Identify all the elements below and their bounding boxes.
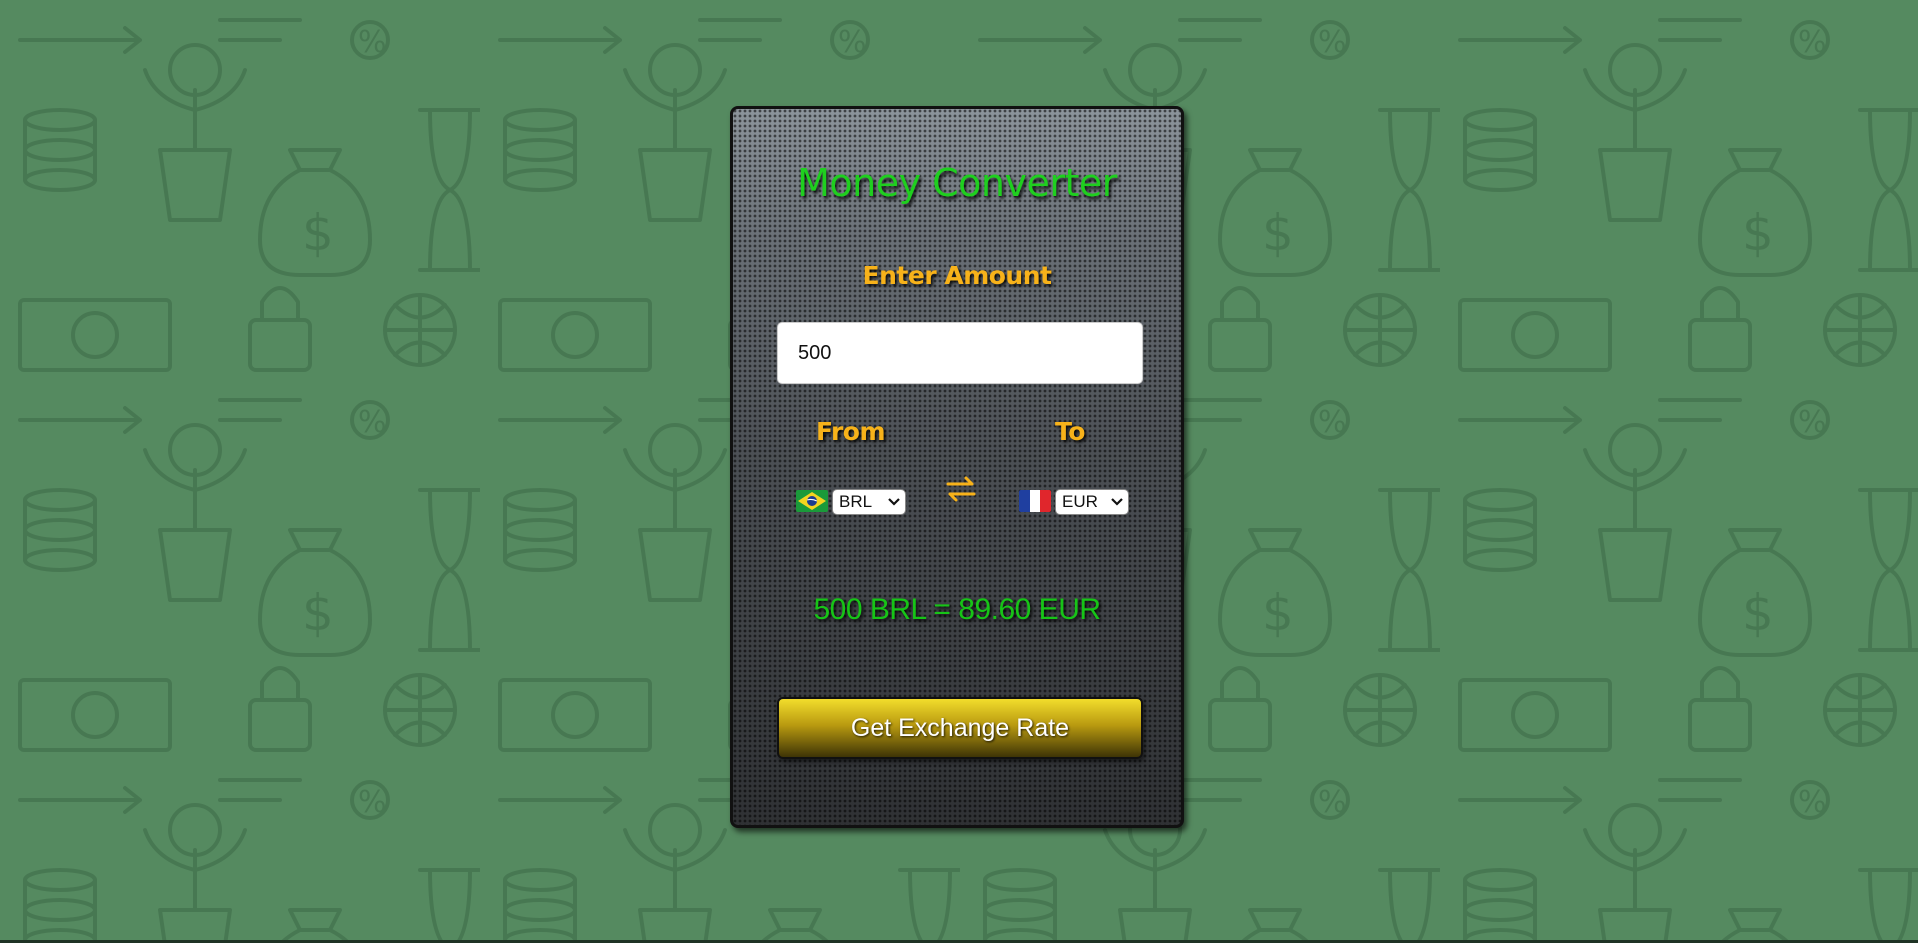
france-flag-icon (1019, 490, 1051, 512)
from-currency-select[interactable]: BRL (832, 489, 906, 515)
exchange-result-text: 500 BRL = 89.60 EUR (813, 593, 1101, 626)
converter-card: Money Converter Enter Amount From To BRL (730, 106, 1184, 828)
to-currency-select[interactable]: EUR (1055, 489, 1129, 515)
from-label: From (816, 417, 886, 446)
app-title: Money Converter (797, 161, 1117, 205)
to-label: To (1055, 417, 1085, 446)
swap-arrows-icon[interactable] (944, 474, 978, 504)
brazil-flag-icon (796, 490, 828, 512)
amount-input[interactable] (777, 322, 1143, 384)
chevron-down-icon (1111, 498, 1123, 506)
amount-label: Enter Amount (862, 261, 1052, 290)
from-currency-value: BRL (839, 492, 873, 511)
chevron-down-icon (888, 498, 900, 506)
get-exchange-rate-button[interactable]: Get Exchange Rate (777, 697, 1143, 759)
to-currency-value: EUR (1062, 492, 1098, 511)
